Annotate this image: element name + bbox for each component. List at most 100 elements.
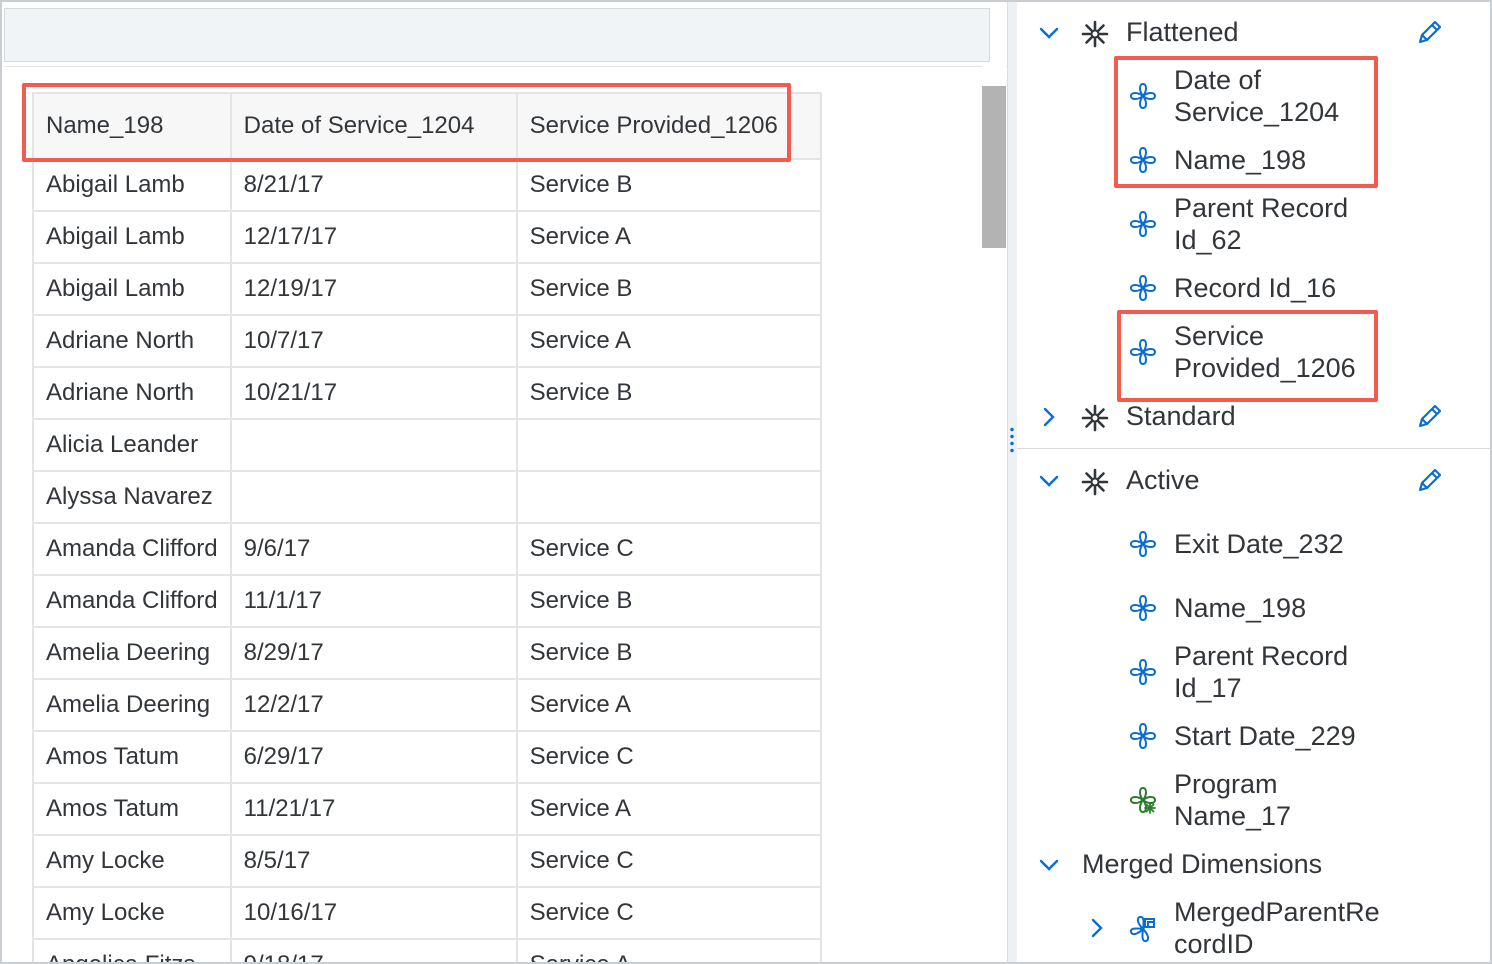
column-header-name[interactable]: Name_198 xyxy=(32,92,232,160)
pane-splitter[interactable] xyxy=(1007,2,1017,962)
chevron-down-icon[interactable] xyxy=(1036,852,1062,878)
splitter-grip-icon[interactable] xyxy=(1010,426,1014,454)
cell-service-provided[interactable]: Service A xyxy=(515,210,822,264)
table-row[interactable]: Amy Locke 10/16/17 Service C xyxy=(32,886,822,940)
table-row[interactable]: Angelica Fitzs9/18/17Service A xyxy=(32,938,822,962)
dimension-label-active-1-line1[interactable]: Name_198 xyxy=(1174,592,1306,624)
group-label-active[interactable]: Active xyxy=(1126,464,1200,496)
table-row[interactable]: Amelia Deering 12/2/17 Service A xyxy=(32,678,822,732)
table-row[interactable]: Adriane North 10/21/17 Service B xyxy=(32,366,822,420)
cell-date-of-service[interactable]: 9/6/17 xyxy=(229,522,518,576)
cell-name[interactable]: Angelica Fitzs xyxy=(32,938,232,962)
table-row[interactable]: Abigail Lamb 12/17/17 Service A xyxy=(32,210,822,264)
cell-service-provided[interactable]: Service A xyxy=(515,314,822,368)
cell-service-provided[interactable]: Service A xyxy=(515,678,822,732)
dimension-label-active-2-line2[interactable]: Id_17 xyxy=(1174,672,1242,704)
dimension-label-flattened-4-line2[interactable]: Provided_1206 xyxy=(1174,352,1356,384)
cell-date-of-service[interactable]: 6/29/17 xyxy=(229,730,518,784)
cell-service-provided[interactable]: Service A xyxy=(515,782,822,836)
table-row[interactable]: Amanda Clifford 9/6/17 Service C xyxy=(32,522,822,576)
cell-service-provided[interactable]: Service B xyxy=(515,158,822,212)
cell-name[interactable]: Amy Locke xyxy=(32,886,232,940)
dimension-label-active-3-line1[interactable]: Start Date_229 xyxy=(1174,720,1356,752)
cell-date-of-service[interactable]: 11/21/17 xyxy=(229,782,518,836)
chevron-down-icon[interactable] xyxy=(1036,20,1062,46)
cell-date-of-service[interactable]: 12/17/17 xyxy=(229,210,518,264)
cell-name[interactable]: Adriane North xyxy=(32,314,232,368)
table-scrollbar-thumb[interactable] xyxy=(982,86,1006,248)
dimension-label-flattened-1-line1[interactable]: Name_198 xyxy=(1174,144,1306,176)
merged-dimension-icon xyxy=(1129,915,1155,943)
table-row[interactable]: Amos Tatum 6/29/17 Service C xyxy=(32,730,822,784)
chevron-right-icon[interactable] xyxy=(1084,915,1110,941)
cell-date-of-service[interactable]: 12/19/17 xyxy=(229,262,518,316)
dimension-label-active-4-line1[interactable]: Program xyxy=(1174,768,1278,800)
cell-service-provided[interactable]: Service B xyxy=(515,366,822,420)
cell-service-provided[interactable]: Service A xyxy=(515,938,822,962)
chevron-down-icon[interactable] xyxy=(1036,468,1062,494)
cell-name[interactable]: Amelia Deering xyxy=(32,678,232,732)
merged-item-label-line1[interactable]: MergedParentRe xyxy=(1174,896,1380,928)
dimension-label-active-4-line2[interactable]: Name_17 xyxy=(1174,800,1291,832)
cell-name[interactable]: Amos Tatum xyxy=(32,730,232,784)
cell-name[interactable]: Amos Tatum xyxy=(32,782,232,836)
table-row[interactable]: Amanda Clifford 11/1/17 Service B xyxy=(32,574,822,628)
table-row[interactable]: Abigail Lamb 8/21/17 Service B xyxy=(32,158,822,212)
cell-date-of-service[interactable]: 8/29/17 xyxy=(229,626,518,680)
cell-service-provided[interactable]: Service B xyxy=(515,262,822,316)
dimension-label-flattened-3-line1[interactable]: Record Id_16 xyxy=(1174,272,1336,304)
dimension-label-flattened-0-line1[interactable]: Date of xyxy=(1174,64,1261,96)
dimension-label-flattened-0-line2[interactable]: Service_1204 xyxy=(1174,96,1339,128)
cell-date-of-service[interactable]: 10/16/17 xyxy=(229,886,518,940)
pencil-icon[interactable] xyxy=(1414,18,1444,48)
cell-service-provided[interactable]: Service B xyxy=(515,574,822,628)
cell-date-of-service[interactable]: 8/5/17 xyxy=(229,834,518,888)
dimension-label-flattened-4-line1[interactable]: Service xyxy=(1174,320,1264,352)
table-row[interactable]: Alyssa Navarez xyxy=(32,470,822,524)
dimension-label-flattened-2-line2[interactable]: Id_62 xyxy=(1174,224,1242,256)
cell-service-provided[interactable]: Service C xyxy=(515,522,822,576)
cell-service-provided[interactable] xyxy=(515,418,822,472)
merged-item-label-line2[interactable]: cordID xyxy=(1174,928,1254,960)
cell-name[interactable]: Abigail Lamb xyxy=(32,158,232,212)
table-row[interactable]: Abigail Lamb 12/19/17 Service B xyxy=(32,262,822,316)
cell-date-of-service[interactable]: 12/2/17 xyxy=(229,678,518,732)
table-row[interactable]: Alicia Leander xyxy=(32,418,822,472)
dimension-label-active-2-line1[interactable]: Parent Record xyxy=(1174,640,1348,672)
cell-date-of-service[interactable] xyxy=(229,418,518,472)
chevron-right-icon[interactable] xyxy=(1036,404,1062,430)
group-label-flattened[interactable]: Flattened xyxy=(1126,16,1239,48)
group-label-merged-dimensions[interactable]: Merged Dimensions xyxy=(1082,848,1322,880)
cell-name[interactable]: Abigail Lamb xyxy=(32,210,232,264)
cell-service-provided[interactable]: Service B xyxy=(515,626,822,680)
cell-date-of-service[interactable]: 8/21/17 xyxy=(229,158,518,212)
table-row[interactable]: Adriane North 10/7/17 Service A xyxy=(32,314,822,368)
dimension-label-flattened-2-line1[interactable]: Parent Record xyxy=(1174,192,1348,224)
cell-service-provided[interactable]: Service C xyxy=(515,834,822,888)
dimension-label-active-0-line1[interactable]: Exit Date_232 xyxy=(1174,528,1344,560)
group-label-standard[interactable]: Standard xyxy=(1126,400,1236,432)
cell-name[interactable]: Abigail Lamb xyxy=(32,262,232,316)
table-row[interactable]: Amelia Deering 8/29/17 Service B xyxy=(32,626,822,680)
cell-name[interactable]: Amanda Clifford xyxy=(32,522,232,576)
cell-name[interactable]: Adriane North xyxy=(32,366,232,420)
cell-date-of-service[interactable]: 10/21/17 xyxy=(229,366,518,420)
column-header-date-of-service[interactable]: Date of Service_1204 xyxy=(229,92,518,160)
cell-service-provided[interactable]: Service C xyxy=(515,730,822,784)
pencil-icon[interactable] xyxy=(1414,402,1444,432)
pencil-icon[interactable] xyxy=(1414,466,1444,496)
cell-name[interactable]: Alyssa Navarez xyxy=(32,470,232,524)
column-header-service-provided[interactable]: Service Provided_1206 xyxy=(515,92,822,160)
cell-service-provided[interactable]: Service C xyxy=(515,886,822,940)
table-row[interactable]: Amy Locke 8/5/17 Service C xyxy=(32,834,822,888)
cell-service-provided[interactable] xyxy=(515,470,822,524)
cell-name[interactable]: Alicia Leander xyxy=(32,418,232,472)
cell-date-of-service[interactable]: 9/18/17 xyxy=(229,938,518,962)
table-row[interactable]: Amos Tatum 11/21/17 Service A xyxy=(32,782,822,836)
cell-date-of-service[interactable]: 11/1/17 xyxy=(229,574,518,628)
cell-name[interactable]: Amy Locke xyxy=(32,834,232,888)
cell-date-of-service[interactable]: 10/7/17 xyxy=(229,314,518,368)
cell-name[interactable]: Amanda Clifford xyxy=(32,574,232,628)
cell-name[interactable]: Amelia Deering xyxy=(32,626,232,680)
cell-date-of-service[interactable] xyxy=(229,470,518,524)
